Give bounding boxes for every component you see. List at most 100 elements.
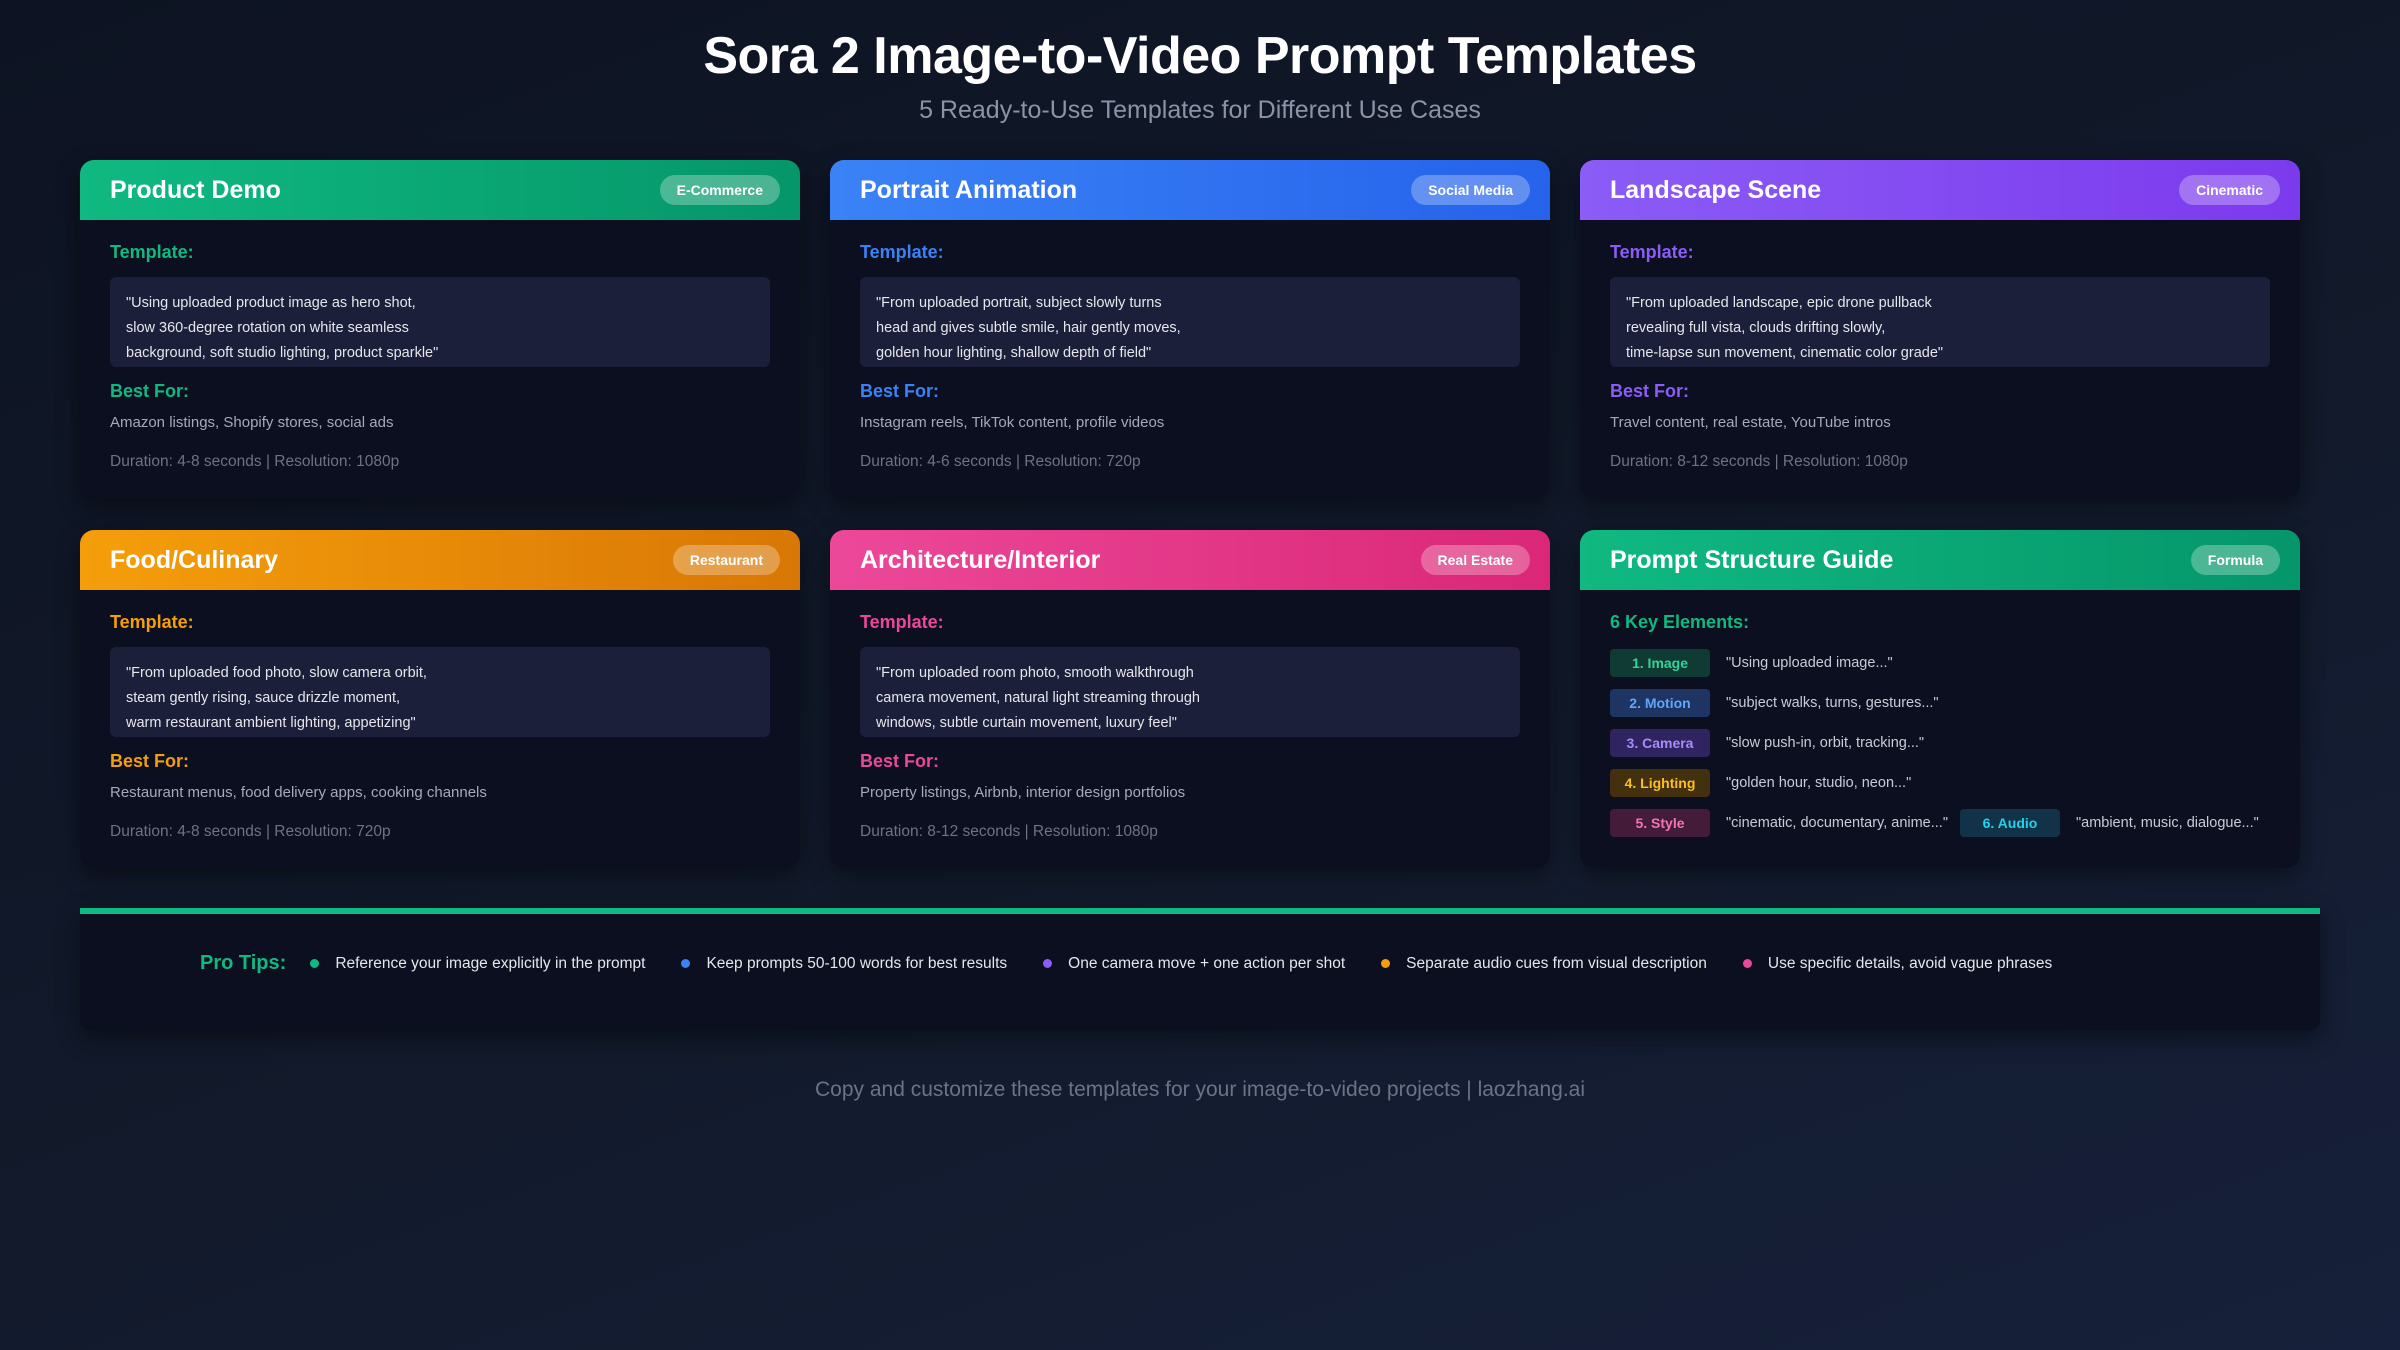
template-label: Template: [110, 242, 194, 262]
template-text-box[interactable]: "From uploaded food photo, slow camera o… [110, 647, 770, 737]
template-line: golden hour lighting, shallow depth of f… [876, 345, 1152, 361]
duration-resolution: Duration: 8-12 seconds | Resolution: 108… [860, 823, 1158, 840]
category-tag: E-Commerce [659, 175, 780, 205]
template-label: Template: [860, 242, 944, 262]
template-text-box[interactable]: "From uploaded portrait, subject slowly … [860, 277, 1520, 367]
template-line: head and gives subtle smile, hair gently… [876, 320, 1181, 336]
element-badge-style: 5. Style [1610, 809, 1710, 837]
bullet-dot-icon [1043, 959, 1053, 968]
element-example: "Using uploaded image..." [1726, 655, 1893, 671]
best-for-label: Best For: [1610, 381, 1690, 401]
element-example: "cinematic, documentary, anime..." [1726, 815, 1948, 831]
pro-tips-bar: Pro Tips: Reference your image explicitl… [80, 908, 2320, 1030]
template-line: "From uploaded room photo, smooth walkth… [876, 665, 1194, 681]
pro-tips-label: Pro Tips: [200, 952, 287, 974]
element-example: "golden hour, studio, neon..." [1726, 775, 1912, 791]
card-header: Portrait Animation Social Media [830, 160, 1550, 220]
best-for-text: Travel content, real estate, YouTube int… [1610, 414, 1891, 431]
card-architecture-interior: Architecture/Interior Real Estate Templa… [830, 530, 1550, 868]
template-text-box[interactable]: "Using uploaded product image as hero sh… [110, 277, 770, 367]
template-line: revealing full vista, clouds drifting sl… [1626, 320, 1886, 336]
card-header: Prompt Structure Guide Formula [1580, 530, 2300, 590]
card-header: Landscape Scene Cinematic [1580, 160, 2300, 220]
best-for-label: Best For: [860, 751, 940, 771]
tip-item: Reference your image explicitly in the p… [310, 955, 645, 973]
card-title: Landscape Scene [1610, 175, 1822, 204]
tip-text: Keep prompts 50-100 words for best resul… [706, 954, 1008, 972]
card-body: Template: "Using uploaded product image … [80, 220, 800, 471]
bullet-dot-icon [1742, 959, 1752, 968]
best-for-label: Best For: [860, 381, 940, 401]
category-tag: Restaurant [672, 545, 780, 575]
best-for-label: Best For: [110, 381, 190, 401]
best-for-text: Amazon listings, Shopify stores, social … [110, 414, 394, 431]
tip-item: Separate audio cues from visual descript… [1381, 955, 1707, 973]
element-badge-audio: 6. Audio [1959, 809, 2060, 837]
category-tag: Real Estate [1420, 545, 1530, 575]
element-badge-camera: 3. Camera [1610, 729, 1710, 757]
element-row: 2. Motion "subject walks, turns, gesture… [1610, 683, 2270, 723]
duration-resolution: Duration: 4-8 seconds | Resolution: 1080… [110, 453, 400, 470]
card-body: Template: "From uploaded room photo, smo… [830, 590, 1550, 841]
duration-resolution: Duration: 4-6 seconds | Resolution: 720p [860, 453, 1141, 470]
template-line: background, soft studio lighting, produc… [126, 345, 439, 361]
template-line: "From uploaded food photo, slow camera o… [126, 665, 427, 681]
page-subtitle: 5 Ready-to-Use Templates for Different U… [919, 96, 1481, 124]
category-tag: Social Media [1411, 175, 1530, 205]
template-line: camera movement, natural light streaming… [876, 690, 1200, 706]
element-badge-image: 1. Image [1610, 649, 1710, 677]
tip-text: Reference your image explicitly in the p… [335, 954, 646, 972]
pro-tips-list: Pro Tips: Reference your image explicitl… [200, 952, 2088, 975]
tip-item: One camera move + one action per shot [1043, 955, 1345, 973]
tip-item: Keep prompts 50-100 words for best resul… [681, 955, 1007, 973]
template-line: windows, subtle curtain movement, luxury… [876, 715, 1177, 731]
card-title: Portrait Animation [860, 175, 1078, 204]
element-example: "slow push-in, orbit, tracking..." [1726, 735, 1925, 751]
element-row: 1. Image "Using uploaded image..." [1610, 643, 2270, 683]
element-example: "subject walks, turns, gestures..." [1726, 695, 1939, 711]
category-tag: Cinematic [2179, 175, 2280, 205]
bullet-dot-icon [681, 959, 691, 968]
duration-resolution: Duration: 4-8 seconds | Resolution: 720p [110, 823, 391, 840]
card-header: Architecture/Interior Real Estate [830, 530, 1550, 590]
card-landscape-scene: Landscape Scene Cinematic Template: "Fro… [1580, 160, 2300, 498]
tip-text: Separate audio cues from visual descript… [1406, 954, 1707, 972]
template-text-box[interactable]: "From uploaded room photo, smooth walkth… [860, 647, 1520, 737]
card-food-culinary: Food/Culinary Restaurant Template: "From… [80, 530, 800, 868]
template-line: slow 360-degree rotation on white seamle… [126, 320, 409, 336]
page-title: Sora 2 Image-to-Video Prompt Templates [703, 27, 1697, 85]
bullet-dot-icon [310, 959, 320, 968]
tip-text: Use specific details, avoid vague phrase… [1767, 954, 2053, 972]
card-product-demo: Product Demo E-Commerce Template: "Using… [80, 160, 800, 498]
key-elements-heading: 6 Key Elements: [1610, 612, 1750, 632]
template-line: time-lapse sun movement, cinematic color… [1626, 345, 1944, 361]
template-line: "From uploaded landscape, epic drone pul… [1626, 295, 1932, 311]
duration-resolution: Duration: 8-12 seconds | Resolution: 108… [1610, 453, 1908, 470]
card-header: Food/Culinary Restaurant [80, 530, 800, 590]
element-badge-motion: 2. Motion [1610, 689, 1710, 717]
card-header: Product Demo E-Commerce [80, 160, 800, 220]
tip-item: Use specific details, avoid vague phrase… [1742, 954, 2053, 973]
element-row: 3. Camera "slow push-in, orbit, tracking… [1610, 723, 2270, 763]
card-title: Prompt Structure Guide [1610, 545, 1894, 574]
card-body: 6 Key Elements: 1. Image "Using uploaded… [1580, 590, 2300, 843]
template-line: "Using uploaded product image as hero sh… [126, 295, 416, 311]
template-text-box[interactable]: "From uploaded landscape, epic drone pul… [1610, 277, 2270, 367]
card-title: Product Demo [110, 175, 281, 204]
category-tag: Formula [2190, 545, 2280, 575]
element-row: 5. Style "cinematic, documentary, anime.… [1610, 803, 2270, 843]
card-title: Food/Culinary [110, 545, 279, 574]
bullet-dot-icon [1381, 959, 1391, 968]
template-label: Template: [110, 612, 194, 632]
elements-list: 1. Image "Using uploaded image..." 2. Mo… [1610, 643, 2270, 843]
card-body: Template: "From uploaded portrait, subje… [830, 220, 1550, 471]
template-line: steam gently rising, sauce drizzle momen… [126, 690, 400, 706]
template-label: Template: [1610, 242, 1694, 262]
element-badge-lighting: 4. Lighting [1610, 769, 1710, 797]
card-body: Template: "From uploaded landscape, epic… [1580, 220, 2300, 471]
template-label: Template: [860, 612, 944, 632]
best-for-text: Property listings, Airbnb, interior desi… [860, 784, 1186, 801]
card-title: Architecture/Interior [860, 545, 1101, 574]
best-for-text: Restaurant menus, food delivery apps, co… [110, 784, 487, 801]
footer-text: Copy and customize these templates for y… [814, 1078, 1586, 1101]
